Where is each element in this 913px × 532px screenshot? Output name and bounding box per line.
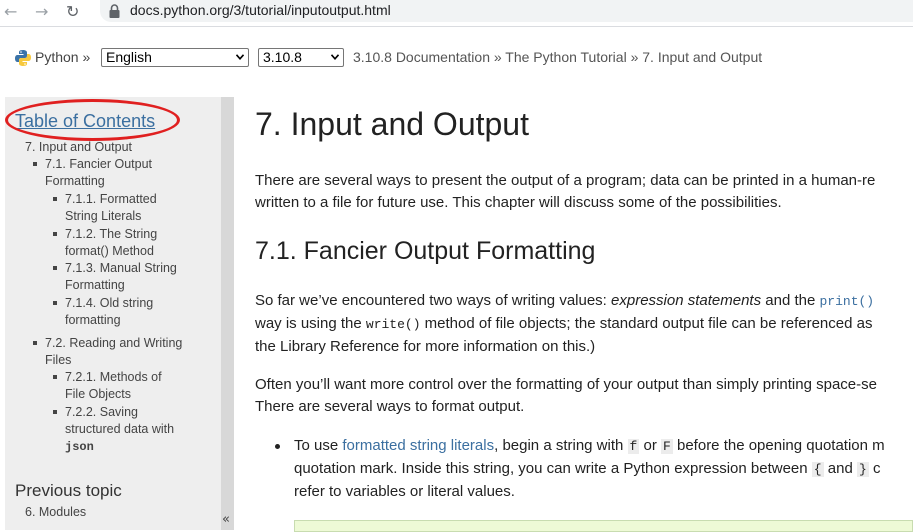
toc-item-fancier-output[interactable]: 7.1. Fancier Output Formatting [33, 156, 153, 191]
text: before the opening quotation m [672, 437, 885, 454]
chevron-down-icon [236, 54, 244, 60]
toolbar-divider [0, 26, 913, 27]
toc-item-old-formatting[interactable]: 7.1.4. Old string formatting [53, 295, 154, 330]
bullet-icon [33, 341, 37, 345]
bullet-icon [53, 375, 57, 379]
toc-item-label: Formatting [65, 278, 125, 293]
text: and the [761, 292, 820, 309]
inline-code: } [856, 462, 869, 477]
toc-item-label: 7.1.3. Manual String [65, 261, 177, 275]
toc-item-label: Formatting [45, 174, 105, 189]
inline-code: { [811, 462, 824, 477]
text: method of file objects; the standard out… [420, 315, 873, 332]
previous-topic-heading: Previous topic [15, 481, 122, 500]
chevron-down-icon [331, 54, 339, 60]
page-title: 7. Input and Output [255, 106, 529, 142]
text: or [639, 437, 662, 454]
toc-item-label: 7.1.1. Formatted [65, 192, 157, 206]
inline-code: F [661, 439, 673, 454]
paragraph-line: written to a file for future use. This c… [255, 194, 782, 211]
intro-paragraph: There are several ways to present the ou… [255, 170, 875, 214]
version-select-value: 3.10.8 [263, 49, 302, 65]
toc-item-label: 7.1.4. Old string [65, 296, 154, 310]
code-block [294, 520, 913, 532]
previous-topic-link[interactable]: 6. Modules [25, 505, 86, 519]
toc-item-saving-json[interactable]: 7.2.2. Saving structured data with json [53, 404, 175, 456]
back-icon[interactable]: ← [4, 2, 17, 21]
reload-icon[interactable]: ↻ [66, 2, 79, 21]
toc-item-label: format() Method [65, 244, 154, 259]
toc-item-label: String Literals [65, 209, 142, 224]
bullet-icon [53, 410, 57, 414]
paragraph-line: refer to variables or literal values. [294, 483, 515, 500]
bullet-icon [53, 301, 57, 305]
bullet-icon [33, 162, 37, 166]
paragraph-line: There are several ways to format output. [255, 398, 525, 415]
toc-item-label: 7.2. Reading and Writing [45, 336, 183, 350]
toc-item-label: json [65, 439, 94, 454]
toc-item-input-output[interactable]: 7. Input and Output [25, 139, 132, 156]
paragraph-line: the Library Reference for more informati… [255, 338, 596, 355]
toc-item-label: 7.1. Fancier Output [45, 157, 153, 171]
red-highlight-circle [5, 99, 180, 141]
toc-item-label: File Objects [65, 387, 131, 402]
lock-icon[interactable] [108, 3, 121, 19]
toc-item-label: formatting [65, 313, 121, 328]
text: c [868, 460, 881, 477]
language-select[interactable]: English [101, 48, 249, 67]
sidebar-scrollbar[interactable] [221, 97, 234, 530]
formatted-literals-link[interactable]: formatted string literals [342, 437, 494, 454]
toc-item-label: 7.1.2. The String [65, 227, 158, 241]
print-function-link[interactable]: print() [819, 294, 874, 309]
paragraph-line: Often you’ll want more control over the … [255, 376, 877, 393]
python-logo-icon[interactable] [14, 49, 32, 67]
section-title: 7.1. Fancier Output Formatting [255, 237, 596, 265]
bullet-icon [53, 266, 57, 270]
forward-icon[interactable]: → [35, 2, 48, 21]
text: quotation mark. Inside this string, you … [294, 460, 812, 477]
paragraph-line: So far we’ve encountered two ways of wri… [255, 290, 874, 313]
browser-toolbar: ← → ↻ docs.python.org/3/tutorial/inputou… [0, 0, 913, 26]
text: and [823, 460, 857, 477]
list-item: To use formatted string literals, begin … [294, 435, 885, 503]
toc-item-label: 7.2.2. Saving [65, 405, 138, 419]
text: So far we’ve encountered two ways of wri… [255, 292, 612, 309]
inline-code: write() [365, 317, 421, 332]
paragraph-line: quotation mark. Inside this string, you … [294, 458, 885, 481]
url-text[interactable]: docs.python.org/3/tutorial/inputoutput.h… [130, 2, 391, 18]
paragraph-line: There are several ways to present the ou… [255, 172, 876, 189]
language-select-value: English [106, 49, 152, 65]
emphasis-text: expression statements [611, 292, 762, 309]
text: way is using the [255, 315, 366, 332]
bullet-icon [53, 232, 57, 236]
collapse-sidebar-button[interactable]: « [222, 512, 230, 527]
toc-item-label: 7.2.1. Methods of [65, 370, 162, 384]
toc-item-format-method[interactable]: 7.1.2. The String format() Method [53, 226, 158, 261]
text: To use [294, 437, 343, 454]
toc-item-file-methods[interactable]: 7.2.1. Methods of File Objects [53, 369, 162, 404]
toc-item-reading-writing[interactable]: 7.2. Reading and Writing Files [33, 335, 183, 370]
paragraph-line: To use formatted string literals, begin … [294, 435, 885, 458]
python-home-link[interactable]: Python » [35, 49, 90, 65]
control-paragraph: Often you’ll want more control over the … [255, 374, 877, 418]
version-select[interactable]: 3.10.8 [258, 48, 344, 67]
list-bullet [275, 444, 280, 449]
toc-item-label: 7. Input and Output [25, 140, 133, 154]
text: , begin a string with [494, 437, 628, 454]
values-paragraph: So far we’ve encountered two ways of wri… [255, 290, 874, 358]
toc-item-manual-formatting[interactable]: 7.1.3. Manual String Formatting [53, 260, 177, 295]
toc-item-formatted-literals[interactable]: 7.1.1. Formatted String Literals [53, 191, 157, 226]
paragraph-line: way is using the write() method of file … [255, 313, 874, 336]
toc-item-label: Files [45, 353, 72, 368]
toc-item-label: structured data with [65, 422, 175, 437]
inline-code: f [627, 439, 640, 454]
bullet-icon [53, 197, 57, 201]
breadcrumb[interactable]: 3.10.8 Documentation » The Python Tutori… [353, 49, 762, 65]
